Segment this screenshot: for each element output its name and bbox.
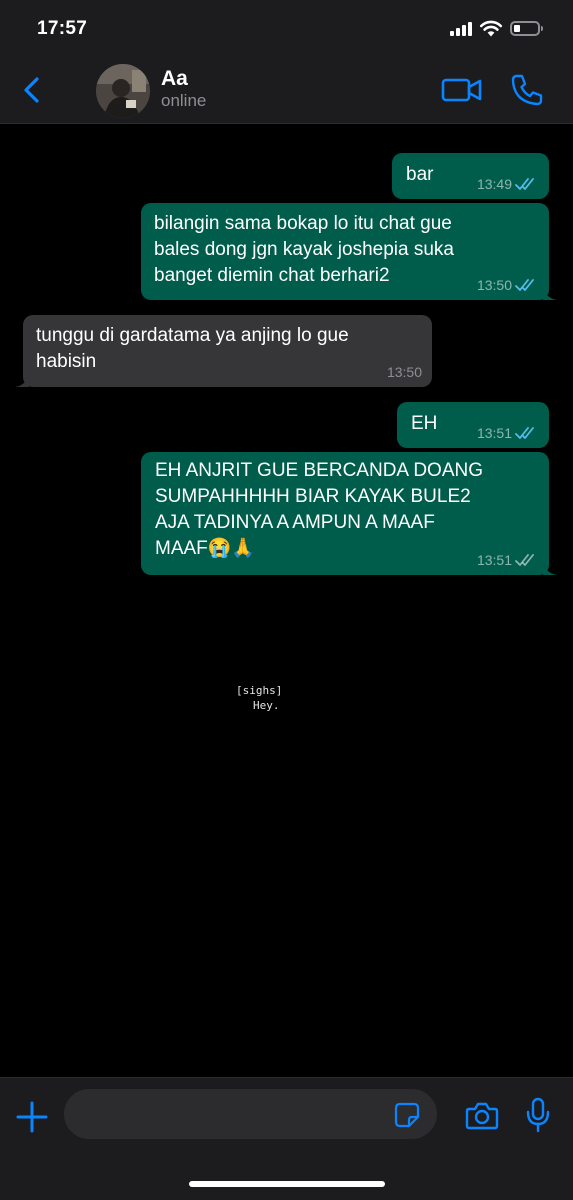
status-bar: 17:57 <box>0 0 573 58</box>
status-time: 17:57 <box>37 18 88 39</box>
message-time: 13:51 <box>476 425 512 441</box>
message-bubble-outgoing[interactable]: EH ANJRIT GUE BERCANDA DOANG SUMPAHHHHH … <box>141 452 557 575</box>
chat-header: Aa online <box>0 58 573 124</box>
signal-icon <box>450 22 476 36</box>
message-meta: 13:51 <box>477 553 539 567</box>
sticker-icon[interactable] <box>394 1102 420 1128</box>
message-meta: 13:50 <box>477 278 539 292</box>
read-receipt-icon <box>515 279 534 291</box>
caption-line: Hey. <box>253 699 280 712</box>
chevron-left-icon[interactable] <box>18 73 46 107</box>
wifi-icon <box>479 20 503 37</box>
avatar[interactable] <box>96 64 150 118</box>
message-time: 13:51 <box>476 552 512 568</box>
message-bubble-incoming[interactable]: tunggu di gardatama ya anjing lo gue hab… <box>15 315 432 387</box>
message-time: 13:49 <box>476 176 512 192</box>
message-bubble-outgoing[interactable]: bilangin sama bokap lo itu chat gue bale… <box>141 203 557 300</box>
message-input[interactable] <box>64 1089 437 1139</box>
message-bubble-outgoing[interactable]: EH 13:51 <box>397 402 549 448</box>
contact-name[interactable]: Aa <box>161 67 188 91</box>
message-text: EH ANJRIT GUE BERCANDA DOANG SUMPAHHHHH … <box>155 460 483 559</box>
contact-status: online <box>161 91 207 110</box>
camera-icon[interactable] <box>465 1101 499 1131</box>
phone-icon[interactable] <box>509 72 545 108</box>
read-receipt-icon <box>515 427 534 439</box>
caption-line: [sighs] <box>236 684 283 697</box>
chat-screen: 17:57 Aa online bar 13:49 bilangin sama … <box>0 0 573 1200</box>
delivered-receipt-icon <box>515 554 534 566</box>
battery-icon <box>510 21 543 36</box>
home-indicator[interactable] <box>189 1181 385 1187</box>
video-camera-icon[interactable] <box>440 74 484 106</box>
bubble-tail <box>543 286 557 300</box>
overlay-caption: [sighs] Hey. <box>236 683 282 713</box>
message-time: 13:50 <box>386 364 422 380</box>
read-receipt-icon <box>515 178 534 190</box>
message-meta: 13:49 <box>477 177 539 191</box>
microphone-icon[interactable] <box>525 1097 551 1133</box>
bubble-tail <box>15 373 29 387</box>
plus-icon[interactable] <box>15 1100 49 1134</box>
message-meta: 13:50 <box>387 365 422 379</box>
bubble-tail <box>543 561 557 575</box>
message-time: 13:50 <box>476 277 512 293</box>
message-meta: 13:51 <box>477 426 539 440</box>
message-bubble-outgoing[interactable]: bar 13:49 <box>392 153 549 199</box>
message-text: tunggu di gardatama ya anjing lo gue hab… <box>36 325 349 372</box>
